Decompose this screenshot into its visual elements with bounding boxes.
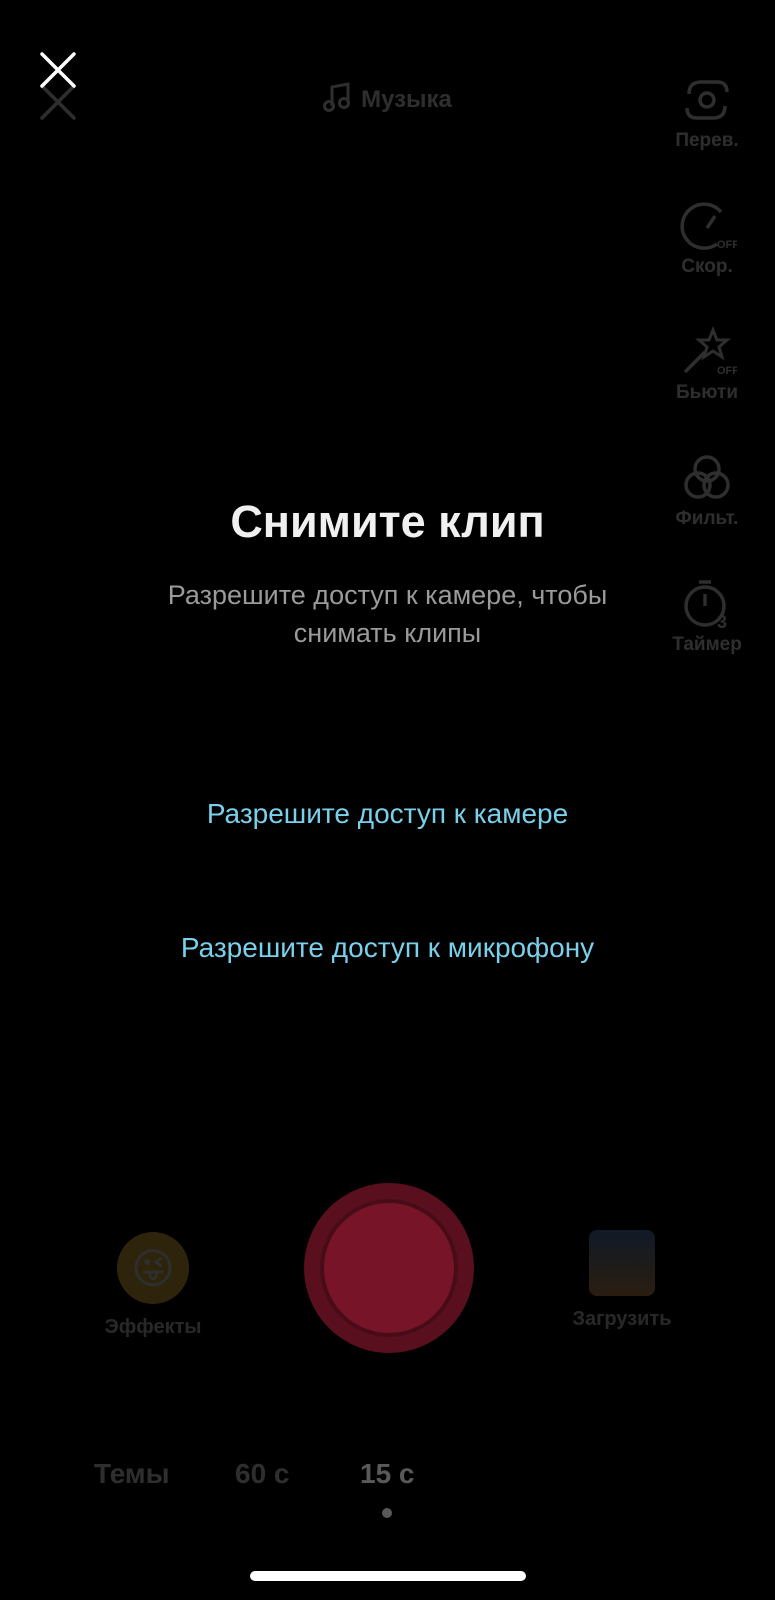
- sidebar-item-flip[interactable]: Перев.: [657, 74, 757, 152]
- effects-button[interactable]: 😜 Эффекты: [98, 1232, 208, 1339]
- sidebar-item-label: Скор.: [681, 256, 733, 277]
- record-button[interactable]: [320, 1199, 458, 1337]
- page-title: Снимите клип: [230, 496, 545, 547]
- svg-text:OFF: OFF: [717, 239, 737, 251]
- sidebar-item-label: Перев.: [675, 130, 739, 151]
- svg-text:3: 3: [717, 612, 727, 630]
- gallery-thumbnail-icon: [589, 1230, 655, 1296]
- effects-label: Эффекты: [104, 1316, 202, 1338]
- allow-camera-link[interactable]: Разрешите доступ к камере: [0, 798, 775, 830]
- upload-label: Загрузить: [572, 1308, 672, 1330]
- speed-icon: OFF: [680, 202, 737, 251]
- upload-button[interactable]: Загрузить: [556, 1230, 688, 1331]
- sidebar-item-speed[interactable]: OFF Скор.: [657, 200, 757, 278]
- mode-tab-15s[interactable]: 15 с: [360, 1458, 415, 1490]
- flip-camera-icon: [685, 80, 729, 120]
- home-indicator[interactable]: [250, 1571, 526, 1581]
- music-label: Музыка: [361, 86, 452, 113]
- sidebar-item-beauty[interactable]: OFF Бьюти: [657, 326, 757, 404]
- smiley-icon: 😜: [117, 1232, 189, 1304]
- svg-text:OFF: OFF: [717, 365, 737, 377]
- allow-microphone-link[interactable]: Разрешите доступ к микрофону: [0, 932, 775, 964]
- music-note-icon: [323, 82, 351, 112]
- timer-icon: 3: [684, 580, 727, 630]
- sidebar-item-timer[interactable]: 3 Таймер: [657, 578, 757, 656]
- sidebar-item-label: Бьюти: [675, 382, 739, 403]
- selected-mode-indicator: [382, 1508, 392, 1518]
- mode-tab-themes[interactable]: Темы: [94, 1458, 170, 1490]
- beauty-icon: OFF: [683, 326, 737, 377]
- sidebar-item-label: Таймер: [672, 634, 742, 655]
- mode-tab-60s[interactable]: 60 с: [235, 1458, 290, 1490]
- permission-subtitle: Разрешите доступ к камере, чтобы снимать…: [167, 580, 608, 648]
